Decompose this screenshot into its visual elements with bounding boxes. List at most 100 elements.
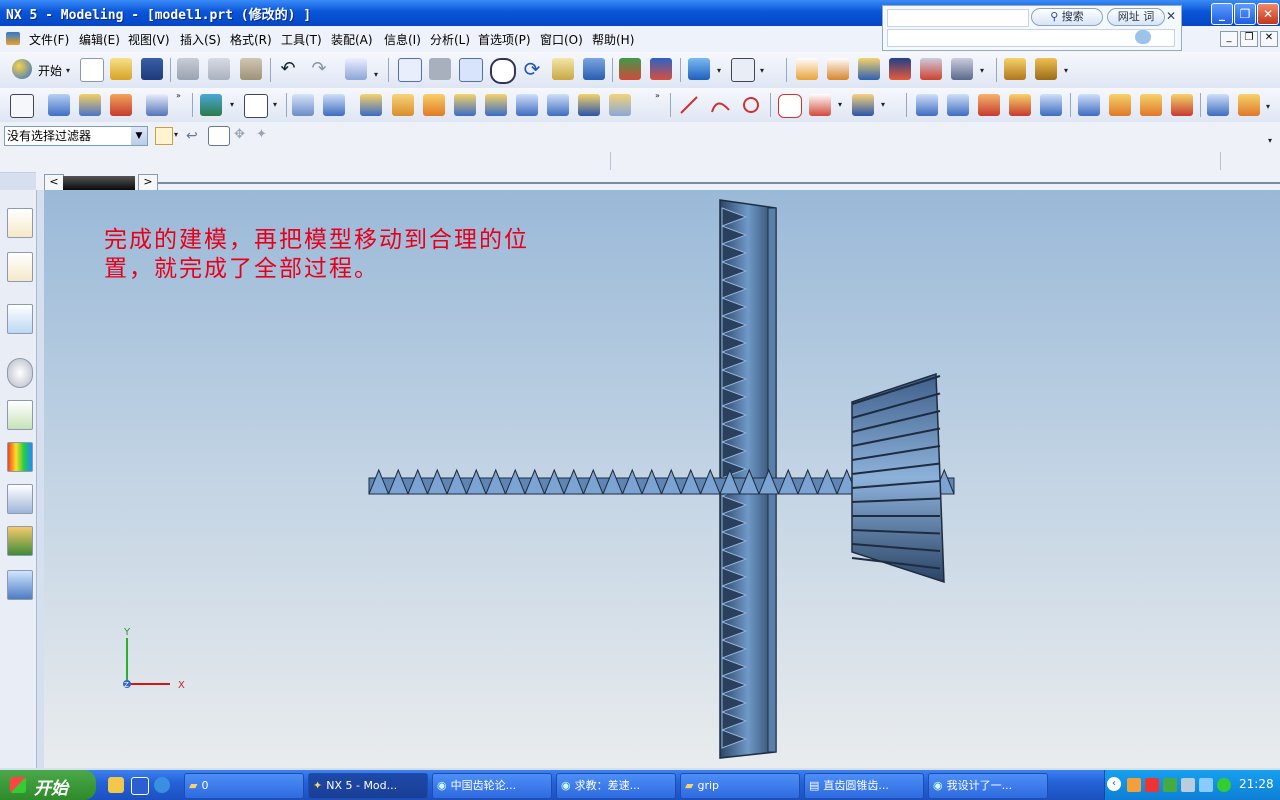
chamfer-icon[interactable] (423, 94, 445, 116)
chevron-down-icon[interactable]: ▾ (760, 66, 764, 75)
menu-format[interactable]: 格式(R) (230, 31, 272, 48)
render-style-icon[interactable] (688, 58, 710, 80)
minimize-button[interactable]: _ (1211, 3, 1233, 25)
rotate-icon[interactable]: ⟳ (521, 58, 543, 80)
mesh-surface-icon[interactable] (978, 94, 1000, 116)
measure-angle-icon[interactable] (1035, 58, 1057, 80)
ruled-surface-icon[interactable] (916, 94, 938, 116)
chevron-down-icon[interactable]: ▾ (174, 130, 178, 139)
sew-icon[interactable] (1140, 94, 1162, 116)
filter-settings-icon[interactable] (155, 127, 173, 145)
tray-network-icon[interactable] (1181, 778, 1195, 792)
menu-edit[interactable]: 编辑(E) (79, 31, 120, 48)
maximize-button[interactable]: ❐ (1234, 3, 1256, 25)
emboss-icon[interactable] (1207, 94, 1229, 116)
menu-info[interactable]: 信息(I) (384, 31, 421, 48)
select-icon[interactable] (345, 58, 367, 80)
new-file-icon[interactable] (80, 58, 104, 82)
polygon-icon[interactable] (778, 94, 802, 118)
shell-icon[interactable] (454, 94, 476, 116)
pad-icon[interactable] (360, 94, 382, 116)
menu-analysis[interactable]: 分析(L) (430, 31, 470, 48)
type-filter-select[interactable]: 没有选择过滤器 ▼ (4, 126, 148, 146)
task-nx[interactable]: ✦ NX 5 - Mod... (308, 773, 428, 799)
chevron-down-icon[interactable]: ▾ (66, 66, 70, 75)
doc-close-button[interactable]: ✕ (1260, 31, 1278, 47)
tray-app-icon[interactable] (1127, 778, 1141, 792)
task-browser-3[interactable]: ◉ 我设计了一... (928, 773, 1048, 799)
app-menu-icon[interactable] (6, 32, 20, 45)
layer-settings-icon[interactable] (650, 58, 672, 80)
instance-icon[interactable] (516, 94, 538, 116)
reuse-library-icon[interactable] (7, 400, 33, 430)
doc-restore-button[interactable]: ❐ (1240, 31, 1258, 47)
gear-model[interactable]: Y X Z (44, 190, 1280, 768)
chevron-down-icon[interactable]: ▾ (1268, 136, 1272, 145)
more-icon[interactable]: » (176, 91, 181, 100)
url-button[interactable]: 网址 词 (1107, 8, 1165, 26)
boss-icon[interactable] (323, 94, 345, 116)
redo-icon[interactable]: ↷ (308, 58, 330, 80)
part-tab[interactable] (63, 176, 135, 190)
n-sided-icon[interactable] (1040, 94, 1062, 116)
chevron-down-icon[interactable]: ▾ (230, 100, 234, 109)
doc-minimize-button[interactable]: _ (1220, 31, 1238, 47)
cut-icon[interactable] (177, 58, 199, 80)
hole-icon[interactable] (292, 94, 314, 116)
perspective-icon[interactable] (583, 58, 605, 80)
search-input[interactable] (887, 9, 1029, 27)
thicken-icon[interactable] (1109, 94, 1131, 116)
save-icon[interactable] (141, 58, 163, 80)
copy-icon[interactable] (208, 58, 230, 80)
start-button[interactable]: 开始 (38, 62, 62, 79)
tray-ime-icon[interactable] (1145, 778, 1159, 792)
search-button[interactable]: ⚲ 搜索 (1031, 8, 1103, 26)
swept-surface-icon[interactable] (1009, 94, 1031, 116)
zoom-icon[interactable] (459, 58, 483, 82)
menu-view[interactable]: 视图(V) (128, 31, 170, 48)
chevron-down-icon[interactable]: ▼ (131, 127, 147, 145)
draft-icon[interactable] (485, 94, 507, 116)
open-folder-icon[interactable] (110, 58, 132, 80)
orient-view-icon[interactable] (731, 58, 755, 82)
process-studio-icon[interactable] (7, 484, 33, 514)
start-button[interactable]: 开始 (0, 770, 96, 800)
more-icon[interactable]: » (655, 91, 660, 100)
go-icon[interactable] (1135, 30, 1151, 44)
task-browser-2[interactable]: ◉ 求教：差速... (556, 773, 676, 799)
tray-volume-icon[interactable] (1163, 778, 1177, 792)
sweep-icon[interactable] (110, 94, 132, 116)
flange-icon[interactable] (1238, 94, 1260, 116)
paste-icon[interactable] (240, 58, 262, 80)
roles-icon[interactable] (7, 526, 33, 556)
menu-window[interactable]: 窗口(O) (540, 31, 583, 48)
part-navigator-icon[interactable] (7, 252, 33, 282)
menu-file[interactable]: 文件(F) (29, 31, 69, 48)
fit-view-icon[interactable] (398, 58, 422, 82)
arc-icon[interactable] (709, 94, 731, 116)
mirror-icon[interactable] (547, 94, 569, 116)
tray-display-icon[interactable] (1199, 778, 1213, 792)
assembly-navigator-icon[interactable] (7, 208, 33, 238)
search-close-icon[interactable]: ✕ (1164, 9, 1178, 23)
wcs-rotate-icon[interactable] (858, 58, 880, 80)
menu-tools[interactable]: 工具(T) (281, 31, 322, 48)
chevron-down-icon[interactable]: ▾ (374, 70, 378, 79)
undo-icon[interactable]: ↶ (277, 58, 299, 80)
task-document[interactable]: ▤ 直齿圆锥齿... (804, 773, 924, 799)
close-button[interactable]: ✕ (1257, 3, 1279, 25)
chevron-down-icon[interactable]: ▾ (838, 100, 842, 109)
spline-icon[interactable] (809, 94, 831, 116)
menu-insert[interactable]: 插入(S) (180, 31, 221, 48)
sketch-icon[interactable] (10, 94, 34, 118)
tray-shield-icon[interactable] (1217, 778, 1231, 792)
wcs-display-icon[interactable] (920, 58, 942, 80)
select-feature-icon[interactable] (208, 126, 230, 146)
circle-icon[interactable] (740, 94, 762, 116)
sheet-icon[interactable] (244, 94, 268, 118)
chevron-down-icon[interactable]: ▾ (881, 100, 885, 109)
palette-icon[interactable] (7, 442, 33, 472)
form-feature-icon[interactable] (200, 94, 222, 116)
menu-help[interactable]: 帮助(H) (592, 31, 634, 48)
system-scene-icon[interactable] (7, 570, 33, 600)
